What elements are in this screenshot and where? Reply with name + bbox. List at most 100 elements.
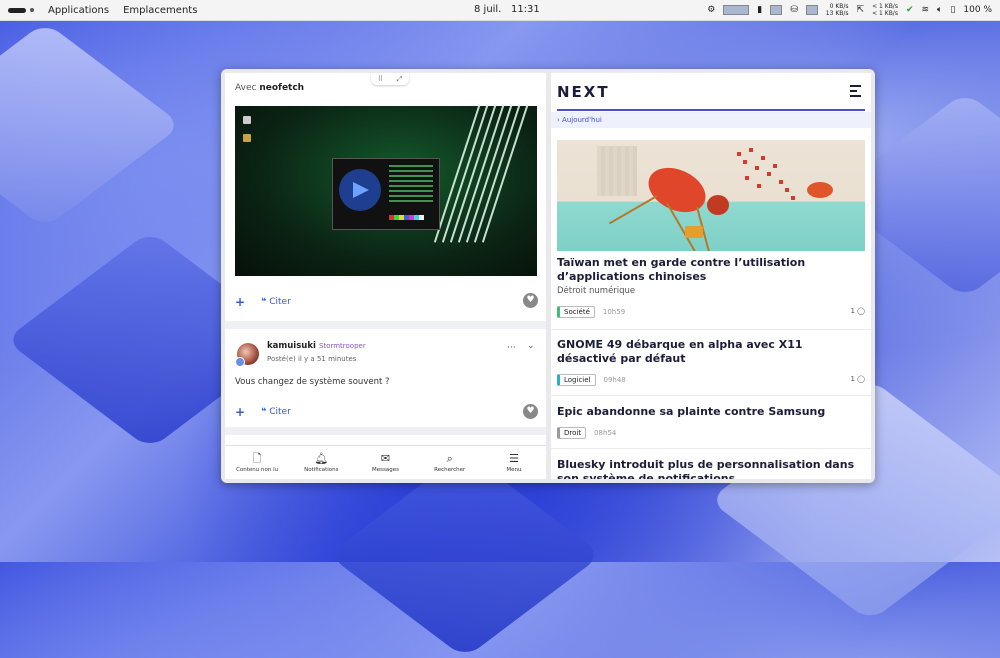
menu-icon[interactable] <box>850 85 861 100</box>
divider <box>551 329 871 330</box>
article-title[interactable]: GNOME 49 débarque en alpha avec X11 désa… <box>557 338 865 366</box>
nav-notifications[interactable]: 🔔︎ Notifications <box>289 446 353 479</box>
volume-icon[interactable]: 🔈︎ <box>937 5 942 15</box>
net-speed-down: 0 KB/s <box>829 3 849 10</box>
nav-label: Notifications <box>304 467 339 473</box>
screenshot-image[interactable] <box>235 106 537 276</box>
activities-button[interactable] <box>8 7 26 13</box>
article-meta: Société 10h59 <box>557 306 625 318</box>
divider <box>551 395 871 396</box>
battery-label[interactable]: 100 % <box>963 5 992 15</box>
comment-bubble-icon: ◯ <box>857 307 865 315</box>
cpu-icon: ⚙ <box>707 5 716 15</box>
memory-meter[interactable] <box>770 5 783 15</box>
nav-unread[interactable]: 🗋 Contenu non lu <box>225 446 289 479</box>
article-title[interactable]: Taïwan met en garde contre l’utilisation… <box>557 256 865 284</box>
drive-meter[interactable] <box>805 5 818 15</box>
net-speed-2[interactable]: < 1 KB/s < 1 KB/s <box>872 3 898 17</box>
chevron-down-icon[interactable]: ⌄ <box>527 341 535 351</box>
divider <box>551 448 871 449</box>
category-tag[interactable]: Droit <box>557 427 587 439</box>
mosquito-small <box>807 182 833 198</box>
article-meta: Logiciel 09h48 <box>557 374 626 386</box>
more-options-icon[interactable]: ··· <box>507 343 516 353</box>
like-heart-icon[interactable]: ♥ <box>523 404 538 419</box>
header-divider <box>557 109 865 111</box>
nav-search[interactable]: ⌕ Rechercher <box>418 446 482 479</box>
search-icon: ⌕ <box>446 452 453 465</box>
post-card-partial <box>225 435 546 445</box>
post-card-neofetch: Avec neofetch + ❝ Citer ♥ <box>225 73 546 321</box>
comment-count[interactable]: 1 ◯ <box>850 307 865 315</box>
post-actions: + ❝ Citer <box>235 295 291 309</box>
distro-logo-icon <box>339 169 381 211</box>
post-caption: Avec neofetch <box>235 83 304 93</box>
nav-menu[interactable]: ☰ Menu <box>482 446 546 479</box>
quote-button[interactable]: ❝ Citer <box>261 297 291 307</box>
clock[interactable]: 8 juil. 11:31 <box>474 4 540 15</box>
comment-count-value: 1 <box>850 375 855 383</box>
sysinfo-lines <box>389 165 433 205</box>
workspace-dot-icon <box>30 8 34 12</box>
clock-date: 8 juil. <box>474 4 502 15</box>
news-pane[interactable]: NEXT › Aujourd'hui Taïwan met en garde c… <box>551 73 871 479</box>
memory-icon: ▮ <box>757 5 763 15</box>
article-title[interactable]: Epic abandonne sa plainte contre Samsung <box>557 405 865 419</box>
net-speed[interactable]: 0 KB/s 13 KB/s <box>826 3 849 17</box>
today-label: Aujourd'hui <box>562 116 602 124</box>
battery-icon: ▯ <box>950 5 956 15</box>
check-icon[interactable]: ✔ <box>906 5 914 15</box>
add-icon[interactable]: + <box>235 295 245 309</box>
article-hero-image[interactable] <box>557 140 865 251</box>
quote-button[interactable]: ❝ Citer <box>261 407 291 417</box>
drive-icon: ⛁ <box>790 5 798 15</box>
article-time: 09h48 <box>603 376 626 384</box>
quote-label: Citer <box>269 407 291 417</box>
net2-up: < 1 KB/s <box>872 10 898 17</box>
document-icon: 🗋 <box>252 452 262 465</box>
nav-label: Menu <box>506 467 522 473</box>
article-title[interactable]: Bluesky introduit plus de personnalisati… <box>557 458 865 479</box>
nav-label: Contenu non lu <box>236 467 279 473</box>
expand-icon[interactable]: ⤢ <box>397 75 403 84</box>
net-speed-up: 13 KB/s <box>825 10 849 17</box>
article-meta: Droit 08h54 <box>557 427 616 439</box>
nav-messages[interactable]: ✉ Messages <box>353 446 417 479</box>
forum-pane[interactable]: Avec neofetch + ❝ Citer ♥ kamuisuki Stor… <box>225 73 546 479</box>
places-menu[interactable]: Emplacements <box>123 5 197 16</box>
caption-prefix: Avec <box>235 83 257 93</box>
briefcase-icon <box>685 226 703 238</box>
article-bluesky[interactable]: Bluesky introduit plus de personnalisati… <box>557 458 865 479</box>
comment-count[interactable]: 1 ◯ <box>850 375 865 383</box>
article-time: 10h59 <box>602 308 626 316</box>
nav-label: Messages <box>372 467 399 473</box>
category-tag[interactable]: Logiciel <box>557 374 596 386</box>
envelope-icon: ✉ <box>380 452 391 465</box>
article-gnome[interactable]: GNOME 49 débarque en alpha avec X11 désa… <box>557 338 865 390</box>
net2-down: < 1 KB/s <box>872 3 898 10</box>
today-bar[interactable]: › Aujourd'hui <box>551 112 871 128</box>
top-panel: Applications Emplacements 8 juil. 11:31 … <box>0 0 1000 21</box>
color-palette <box>389 215 424 220</box>
avatar[interactable] <box>235 343 259 367</box>
tile-icon[interactable]: ⠿ <box>378 75 383 83</box>
wifi-icon[interactable]: ≋ <box>922 5 930 15</box>
comment-bubble-icon: ◯ <box>857 375 865 383</box>
article-epic[interactable]: Epic abandonne sa plainte contre Samsung… <box>557 405 865 445</box>
bell-icon: 🔔︎ <box>314 452 329 465</box>
window-handle[interactable]: ⠿ ⤢ <box>371 73 409 85</box>
like-heart-icon[interactable]: ♥ <box>523 293 538 308</box>
post-author[interactable]: kamuisuki <box>267 341 316 351</box>
cpu-meter[interactable] <box>723 5 750 15</box>
article-subtitle: Détroit numérique <box>557 286 636 296</box>
article-taiwan[interactable]: Taïwan met en garde contre l’utilisation… <box>557 256 865 322</box>
menu-icon: ☰ <box>508 452 519 465</box>
category-tag[interactable]: Société <box>557 306 595 318</box>
network-icon: ⇱ <box>856 5 865 15</box>
terminal-window <box>332 158 440 230</box>
add-icon[interactable]: + <box>235 405 245 419</box>
mosquito-head <box>707 195 729 215</box>
quote-label: Citer <box>269 297 291 307</box>
applications-menu[interactable]: Applications <box>48 5 109 16</box>
site-logo[interactable]: NEXT <box>557 83 610 101</box>
